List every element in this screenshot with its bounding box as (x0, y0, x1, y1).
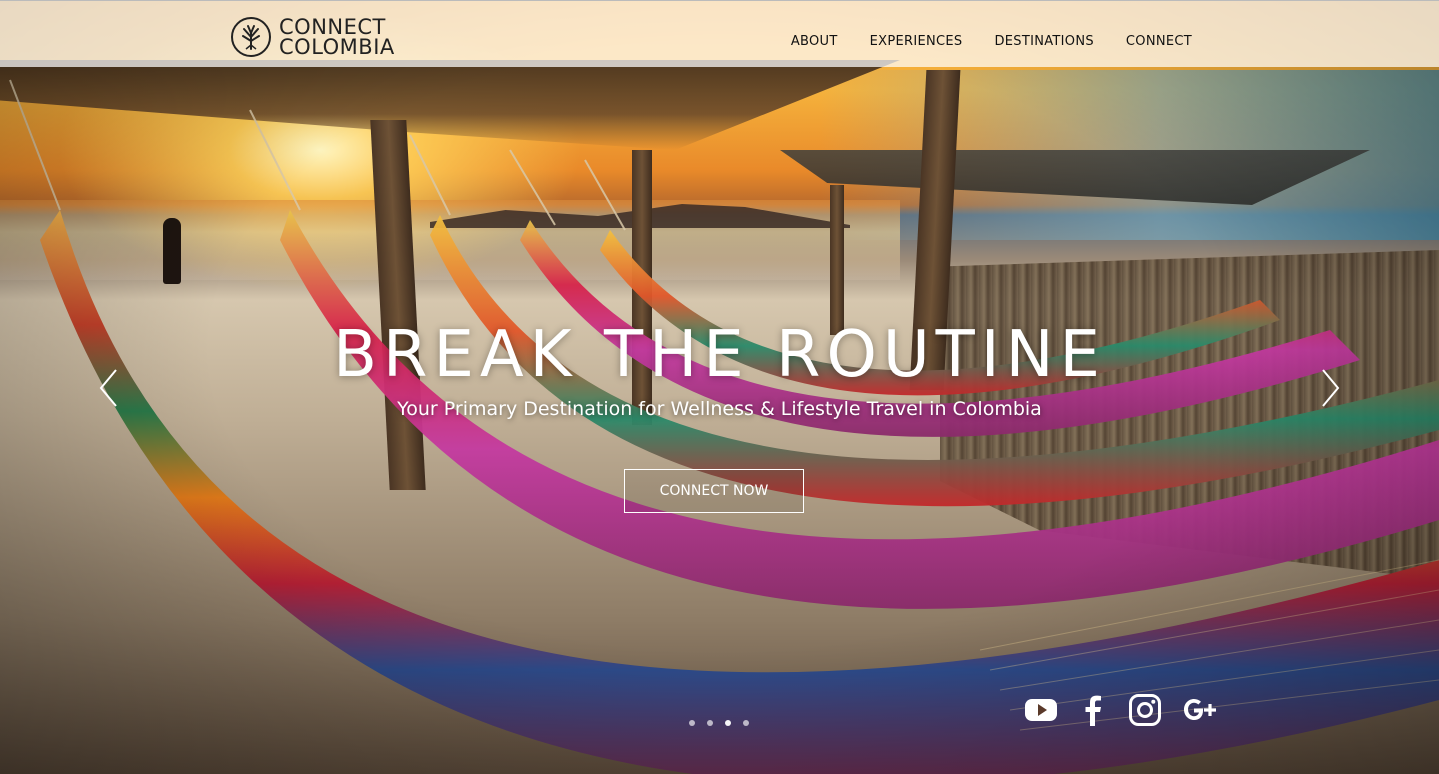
brand-line-2: COLOMBIA (279, 35, 395, 59)
slide-pagination (689, 720, 749, 726)
hero-slideshow: CONNECT COLOMBIA ABOUT EXPERIENCES DESTI… (0, 0, 1439, 774)
nav-destinations[interactable]: DESTINATIONS (994, 34, 1093, 49)
site-header: CONNECT COLOMBIA ABOUT EXPERIENCES DESTI… (0, 0, 1439, 67)
google-plus-icon[interactable] (1180, 693, 1220, 727)
slide-dot-active[interactable] (725, 720, 731, 726)
tree-logo-icon (231, 17, 271, 57)
facebook-icon[interactable] (1076, 693, 1110, 727)
nav-experiences[interactable]: EXPERIENCES (870, 34, 963, 49)
slide-dot[interactable] (689, 720, 695, 726)
prev-slide-arrow-icon[interactable] (98, 368, 118, 408)
brand-name: CONNECT COLOMBIA (279, 15, 395, 59)
connect-now-button[interactable]: CONNECT NOW (624, 469, 804, 513)
slide-dot[interactable] (743, 720, 749, 726)
brand-line-1: CONNECT (279, 15, 386, 39)
youtube-icon[interactable] (1024, 693, 1058, 727)
main-nav: ABOUT EXPERIENCES DESTINATIONS CONNECT (791, 34, 1192, 49)
next-slide-arrow-icon[interactable] (1321, 368, 1341, 408)
brand-logo[interactable]: CONNECT COLOMBIA (231, 15, 395, 59)
nav-connect[interactable]: CONNECT (1126, 34, 1192, 49)
nav-about[interactable]: ABOUT (791, 34, 838, 49)
instagram-icon[interactable] (1128, 693, 1162, 727)
hero-headline: BREAK THE ROUTINE (333, 318, 1106, 392)
slide-dot[interactable] (707, 720, 713, 726)
hero-subheadline: Your Primary Destination for Wellness & … (397, 398, 1042, 420)
social-links (1024, 693, 1220, 727)
